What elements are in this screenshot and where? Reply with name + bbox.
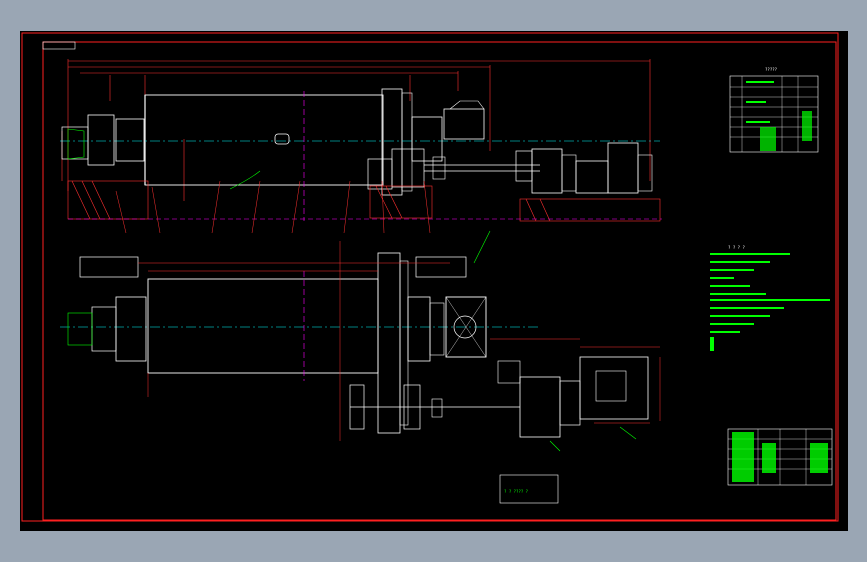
parts-table-title: ????? bbox=[765, 67, 778, 72]
plan-view bbox=[60, 230, 661, 452]
tech-notes: ? ? ? ? bbox=[710, 245, 830, 351]
note-box-text: ? ? ???? ? bbox=[504, 489, 529, 494]
cad-viewport[interactable]: ????? ? ? ? ? ? ? ???? ? bbox=[20, 31, 848, 531]
note-box: ? ? ???? ? bbox=[499, 474, 559, 504]
tech-notes-heading: ? ? ? ? bbox=[728, 245, 745, 250]
cad-drawing: ????? ? ? ? ? ? ? ???? ? bbox=[21, 32, 839, 522]
title-tab bbox=[42, 41, 76, 50]
inner-frame bbox=[42, 41, 837, 521]
title-block bbox=[727, 428, 833, 486]
parts-table: ????? bbox=[729, 67, 819, 153]
elevation-view bbox=[60, 59, 662, 234]
